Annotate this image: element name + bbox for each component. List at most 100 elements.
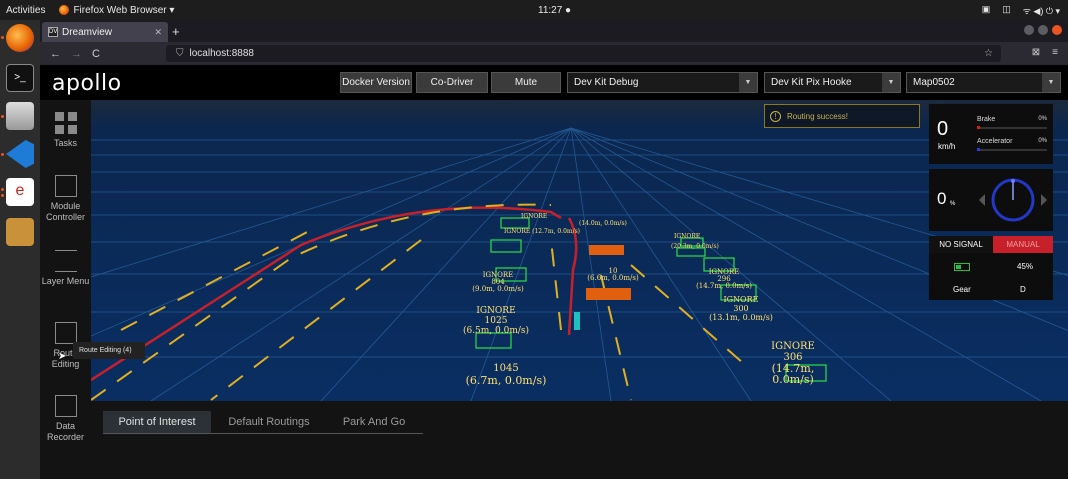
- system-top-bar: Activities Firefox Web Browser ▾ 11:27 ●…: [0, 0, 1068, 20]
- drive-mode-badge: MANUAL: [993, 236, 1053, 253]
- obstacle-label-10: 10 (6.6m, 0.0m/s): [578, 268, 648, 282]
- battery-icon: [954, 263, 970, 271]
- url-text: localhost:8888: [189, 48, 255, 59]
- docker-version-button[interactable]: Docker Version: [340, 72, 412, 93]
- bookmark-star-icon[interactable]: ☆: [984, 48, 993, 59]
- warning-icon: !: [770, 110, 781, 122]
- layers-icon: [54, 250, 77, 272]
- system-tray[interactable]: ▣ ◫ ᯤ ◀) ⏻ ▾: [982, 4, 1060, 17]
- close-window-button[interactable]: [1052, 25, 1062, 35]
- mute-button[interactable]: Mute: [491, 72, 561, 93]
- vscode-dock-icon[interactable]: [6, 140, 34, 168]
- clock[interactable]: 11:27 ●: [538, 5, 571, 16]
- gear-value: D: [1020, 285, 1026, 294]
- sidebar-item-label: Module Controller: [45, 201, 85, 222]
- tab-underline: [103, 433, 423, 434]
- window-controls: [1024, 25, 1062, 35]
- chevron-down-icon: ▼: [739, 73, 757, 92]
- app-menu-label: Firefox Web Browser ▾: [73, 4, 175, 16]
- shield-icon: ⛉: [176, 48, 184, 59]
- keyboard-icon[interactable]: ◫: [1002, 4, 1011, 17]
- reload-icon[interactable]: C: [92, 48, 100, 60]
- brake-bar: [977, 126, 1047, 129]
- mode-select-value: Dev Kit Debug: [574, 77, 639, 88]
- route-editing-tooltip: Route Editing (4): [73, 342, 145, 359]
- terminal-dock-icon[interactable]: >_: [6, 64, 34, 92]
- tab-default-routings[interactable]: Default Routings: [219, 411, 319, 433]
- brake-pct: 0%: [1038, 116, 1047, 122]
- obstacle-label-306: IGNORE 306 (14.7m, 0.0m/s): [753, 341, 833, 385]
- mode-select[interactable]: Dev Kit Debug ▼: [567, 72, 758, 93]
- maximize-button[interactable]: [1038, 25, 1048, 35]
- speed-value: 0: [937, 118, 949, 140]
- new-tab-button[interactable]: +: [172, 24, 180, 39]
- tab-point-of-interest[interactable]: Point of Interest: [103, 411, 211, 433]
- network-volume-power-icon[interactable]: ᯤ ◀) ⏻ ▾: [1023, 4, 1060, 17]
- obstacle-label-1045: 1045 (6.7m, 0.0m/s): [461, 363, 551, 387]
- sliders-icon: [54, 175, 77, 197]
- forward-icon[interactable]: →: [71, 48, 82, 60]
- toast-message: Routing success!: [787, 111, 848, 121]
- speed-unit: km/h: [938, 142, 956, 151]
- obstacle-info: (6.5m, 0.0m/s): [462, 326, 530, 336]
- minimize-button[interactable]: [1024, 25, 1034, 35]
- obstacle-tag: IGNORE: [723, 295, 759, 304]
- sidebar-item-label: Data Recorder: [46, 421, 84, 442]
- sidebar-item-module-controller[interactable]: Module Controller: [40, 175, 91, 223]
- obstacle-info: (13.1m, 0.0m/s): [709, 313, 773, 322]
- svg-text:(20.3m, 0.0m/s): (20.3m, 0.0m/s): [671, 243, 719, 250]
- activities-button[interactable]: Activities: [6, 5, 45, 16]
- route-panel: Point of Interest Default Routings Park …: [91, 401, 1068, 479]
- sidebar-item-layer-menu[interactable]: Layer Menu: [40, 250, 91, 287]
- steering-unit: %: [950, 201, 956, 207]
- app-menu[interactable]: Firefox Web Browser ▾: [59, 5, 174, 16]
- grid-icon: [54, 112, 77, 134]
- scene-3d-view[interactable]: IGNORE IGNORE (12.7m, 0.0m/s) (14.0m, 0.…: [91, 100, 1068, 401]
- dreamview-header: apollo Docker Version Co-Driver Mute Dev…: [40, 65, 1068, 100]
- svg-text:IGNORE: IGNORE: [674, 233, 700, 240]
- clipboard-icon: [54, 395, 77, 417]
- tab-park-and-go[interactable]: Park And Go: [329, 411, 419, 433]
- obstacle-info: (6.7m, 0.0m/s): [465, 374, 547, 387]
- scene-graphics: IGNORE IGNORE (12.7m, 0.0m/s) (14.0m, 0.…: [91, 100, 1068, 401]
- obstacle-info: (14.7m, 0.0m/s): [771, 362, 815, 386]
- speed-panel: 0 km/h Brake 0% Accelerator 0%: [929, 104, 1053, 164]
- co-driver-button[interactable]: Co-Driver: [416, 72, 488, 93]
- sidebar-item-data-recorder[interactable]: Data Recorder: [40, 395, 91, 443]
- obstacle-tag: IGNORE: [771, 341, 815, 352]
- accelerator-pct: 0%: [1038, 138, 1047, 144]
- close-tab-icon[interactable]: ✕: [154, 27, 162, 38]
- editor-dock-icon[interactable]: e: [6, 178, 34, 206]
- svg-text:(14.0m, 0.0m/s): (14.0m, 0.0m/s): [579, 220, 627, 227]
- route-edit-icon: [54, 322, 77, 344]
- url-bar[interactable]: ⛉ localhost:8888 ☆: [166, 45, 1001, 62]
- svg-text:IGNORE: IGNORE: [521, 213, 547, 220]
- status-panel: NO SIGNAL MANUAL 45% Gear D: [929, 236, 1053, 300]
- battery-row: 45%: [929, 259, 1053, 276]
- files-dock-icon[interactable]: [6, 102, 34, 130]
- apollo-logo: apollo: [52, 71, 122, 96]
- obstacle-info: (14.7m, 0.0m/s): [696, 282, 752, 290]
- vehicle-select[interactable]: Dev Kit Pix Hooke ▼: [764, 72, 901, 93]
- mouse-cursor-icon: ➤: [58, 351, 67, 362]
- obstacle-label-296: IGNORE 296 (14.7m, 0.0m/s): [689, 269, 759, 290]
- svg-text:IGNORE (12.7m, 0.0m/s): IGNORE (12.7m, 0.0m/s): [504, 228, 580, 235]
- obstacle-label-300: IGNORE 300 (13.1m, 0.0m/s): [701, 295, 781, 322]
- tab-dreamview[interactable]: DV Dreamview ✕: [42, 22, 168, 42]
- map-select[interactable]: Map0502 ▼: [906, 72, 1061, 93]
- installer-dock-icon[interactable]: [6, 218, 34, 246]
- obstacle-id: 1025: [484, 316, 508, 326]
- pocket-icon[interactable]: ⊠: [1032, 47, 1040, 58]
- back-icon[interactable]: ←: [50, 48, 61, 60]
- obstacle-id: 300: [733, 304, 749, 313]
- sidebar-item-tasks[interactable]: Tasks: [40, 112, 91, 149]
- tab-bar: [40, 20, 1068, 42]
- battery-pct: 45%: [1017, 262, 1034, 271]
- obstacle-label-1025: IGNORE 1025 (6.5m, 0.0m/s): [456, 306, 536, 336]
- firefox-dock-icon[interactable]: [6, 24, 34, 52]
- steering-wheel-icon: [979, 178, 1047, 222]
- camera-icon[interactable]: ▣: [982, 4, 991, 17]
- side-nav: Tasks Module Controller Layer Menu Route…: [40, 100, 91, 479]
- menu-icon[interactable]: ≡: [1052, 47, 1058, 58]
- sidebar-item-label: Layer Menu: [41, 276, 90, 286]
